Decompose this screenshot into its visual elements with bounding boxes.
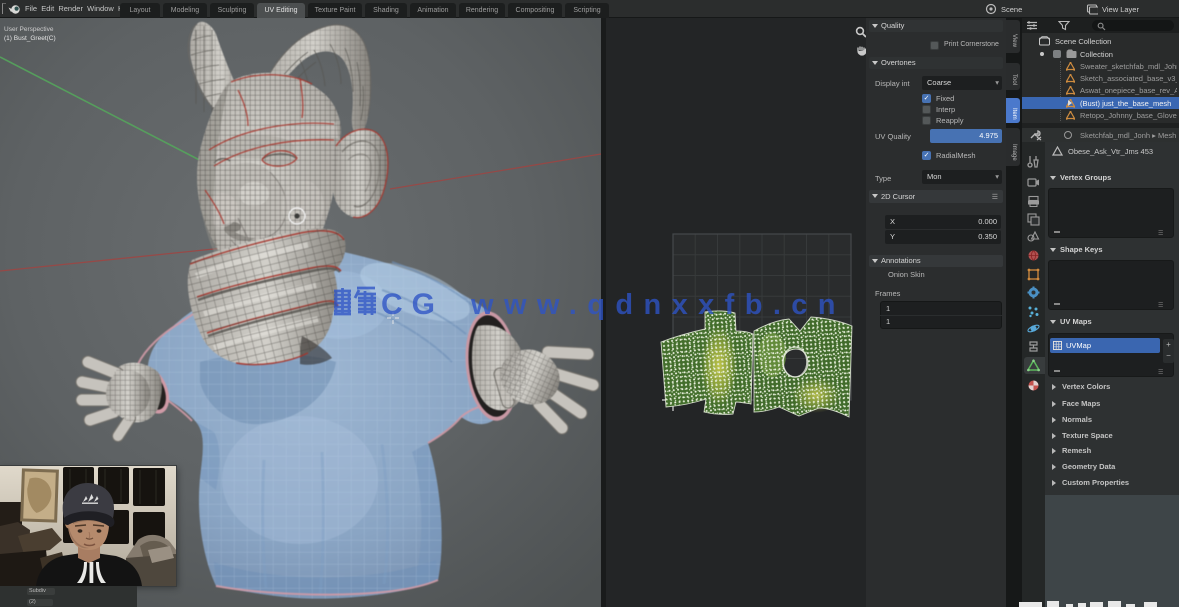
svg-text:User Perspective: User Perspective (4, 26, 54, 33)
svg-text:CG: CG (381, 288, 444, 321)
svg-text:www.qdnxxfb.cn: www.qdnxxfb.cn (470, 289, 846, 321)
svg-text:(1) Bust_Greet(C): (1) Bust_Greet(C) (4, 35, 56, 42)
